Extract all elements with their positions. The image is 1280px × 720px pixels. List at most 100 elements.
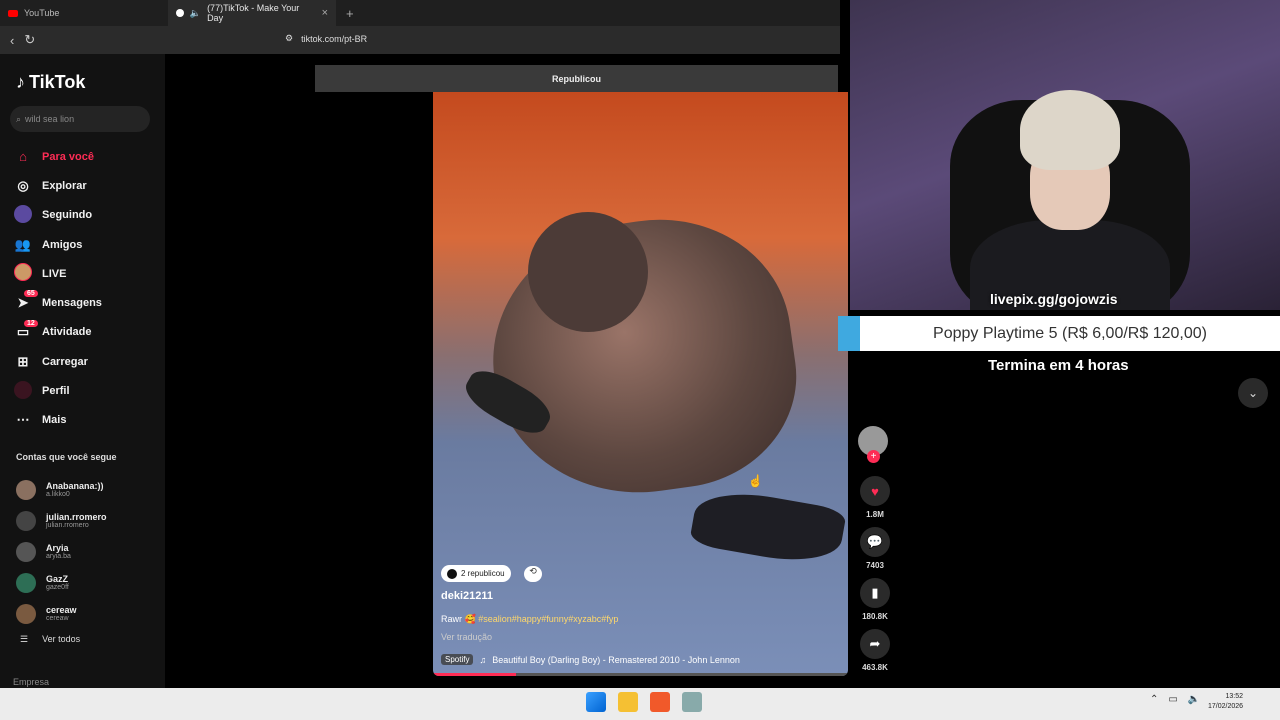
follow-plus-icon[interactable]: + (867, 450, 880, 463)
music-title: Beautiful Boy (Darling Boy) - Remastered… (492, 654, 740, 665)
brave-browser-icon[interactable] (650, 692, 670, 712)
music-info[interactable]: Spotify ♫ Beautiful Boy (Darling Boy) - … (441, 654, 740, 665)
upload-icon: ⊞ (17, 353, 29, 369)
chevron-up-icon[interactable]: ⌃ (1150, 694, 1158, 705)
app-icon[interactable] (682, 692, 702, 712)
poll-accent (838, 316, 860, 351)
speaker-icon: 🔈 (189, 7, 202, 18)
like-action[interactable]: ♥ 1.8M (858, 476, 892, 519)
tab-youtube[interactable]: YouTube (0, 0, 168, 26)
caption-hashtags[interactable]: #sealion#happy#funny#xyzabc#fyp (478, 614, 618, 624)
sidebar-item-mais[interactable]: ⋯ Mais (14, 406, 102, 435)
tab-tiktok[interactable]: 🔈 (77)TikTok - Make Your Day × (168, 0, 336, 26)
windows-start-icon[interactable] (586, 692, 606, 712)
back-icon[interactable]: ‹ (10, 33, 14, 48)
share-icon[interactable]: ➦ (860, 629, 890, 659)
sidebar-item-live[interactable]: LIVE (14, 259, 102, 288)
sidebar-nav: ⌂ Para você ◎ Explorar Seguindo 👥 Amigos… (14, 142, 102, 435)
taskbar-apps (586, 692, 702, 712)
avatar (447, 568, 457, 579)
sidebar-item-amigos[interactable]: 👥 Amigos (14, 230, 102, 259)
see-all-label: Ver todos (42, 634, 81, 644)
bookmark-icon[interactable]: ▮ (860, 578, 890, 608)
share-action[interactable]: ➦ 463.8K (858, 629, 892, 672)
account-handle: a.likko0 (46, 491, 70, 498)
sidebar-item-perfil[interactable]: Perfil (14, 376, 102, 405)
sidebar-item-seguindo[interactable]: Seguindo (14, 201, 102, 230)
following-account[interactable]: Aryia aryia.ba (16, 536, 107, 567)
nav-label: Seguindo (42, 209, 93, 222)
logo-text: TikTok (29, 72, 86, 92)
file-explorer-icon[interactable] (618, 692, 638, 712)
taskbar-clock[interactable]: 13:52 17/02/2026 (1208, 692, 1243, 712)
tab-label: YouTube (24, 8, 60, 18)
repost-count: 2 republicou (461, 569, 505, 578)
sidebar-item-mensagens[interactable]: ➤ 65 Mensagens (14, 288, 102, 317)
sidebar-item-carregar[interactable]: ⊞ Carregar (14, 347, 102, 376)
youtube-icon (8, 9, 18, 17)
account-handle: cereaw (46, 615, 69, 622)
profile-icon (14, 380, 32, 402)
system-tray: ⌃ ▭ 🔈 (1150, 694, 1200, 705)
network-icon[interactable]: ▭ (1168, 694, 1177, 705)
account-name: julian.rromero (46, 512, 107, 522)
nav-label: Para você (42, 150, 94, 163)
following-account[interactable]: GazZ gaze0ff (16, 567, 107, 598)
account-name: Anabanana:)) (46, 481, 104, 491)
avatar (16, 541, 36, 562)
nav-label: Carregar (42, 355, 88, 368)
activity-icon: ▭ (16, 324, 30, 340)
search-input[interactable]: ⌕ wild sea lion (10, 106, 150, 132)
sidebar-item-para-voce[interactable]: ⌂ Para você (14, 142, 102, 171)
see-translation-link[interactable]: Ver tradução (441, 632, 492, 642)
video-progress-bar[interactable] (433, 673, 848, 676)
next-video-button[interactable]: ⌄ (1238, 378, 1268, 408)
webcam-overlay (850, 0, 1280, 310)
volume-icon[interactable]: 🔈 (1188, 694, 1200, 705)
livepix-link: livepix.gg/gojowzis (990, 291, 1118, 307)
repost-pill[interactable]: 2 republicou (441, 565, 511, 582)
reload-icon[interactable]: ↻ (24, 32, 35, 48)
video-player[interactable] (433, 92, 848, 676)
comment-action[interactable]: 💬 7403 (858, 527, 892, 570)
sidebar-item-explorar[interactable]: ◎ Explorar (14, 171, 102, 200)
search-placeholder: wild sea lion (25, 114, 75, 124)
hand-cursor-icon: ☝ (748, 474, 763, 488)
streamer-hair (1020, 90, 1120, 170)
creator-avatar[interactable]: + (858, 426, 888, 463)
save-action[interactable]: ▮ 180.8K (858, 578, 892, 621)
poll-text: Poppy Playtime 5 (R$ 6,00/R$ 120,00) (933, 324, 1207, 342)
messages-badge: 65 (24, 290, 38, 298)
windows-taskbar: ⌃ ▭ 🔈 13:52 17/02/2026 (0, 688, 1280, 720)
close-tab-icon[interactable]: × (322, 7, 328, 19)
following-account[interactable]: julian.rromero julian.rromero (16, 505, 107, 536)
tiktok-logo[interactable]: ♪ TikTok (16, 72, 85, 93)
account-handle: gaze0ff (46, 584, 69, 591)
avatar (16, 603, 36, 624)
company-link[interactable]: Empresa (13, 677, 49, 687)
spotify-badge[interactable]: Spotify (441, 654, 474, 665)
activity-badge: 12 (24, 319, 38, 327)
avatar (16, 510, 36, 531)
video-author[interactable]: deki21211 (441, 590, 493, 602)
caption-text: Rawr 🥰 (441, 614, 479, 624)
site-info-icon[interactable]: ⚙ (285, 33, 293, 44)
see-all-link[interactable]: ☰ Ver todos (20, 634, 80, 645)
url-text: tiktok.com/pt-BR (301, 33, 368, 44)
heart-icon[interactable]: ♥ (860, 476, 890, 506)
comment-icon[interactable]: 💬 (860, 527, 890, 557)
friends-icon: 👥 (14, 236, 32, 252)
account-name: Aryia (46, 543, 69, 553)
comment-count: 7403 (866, 561, 884, 570)
new-tab-button[interactable]: + (346, 6, 354, 21)
account-name: GazZ (46, 574, 69, 584)
save-count: 180.8K (862, 612, 888, 621)
sidebar-item-atividade[interactable]: ▭ 12 Atividade (14, 318, 102, 347)
account-handle: julian.rromero (46, 522, 89, 529)
following-account[interactable]: cereaw cereaw (16, 598, 107, 629)
repost-icon[interactable]: ⟲ (524, 566, 542, 582)
following-account[interactable]: Anabanana:)) a.likko0 (16, 474, 107, 505)
url-field[interactable]: ⚙ tiktok.com/pt-BR (285, 33, 367, 44)
nav-label: Mais (42, 414, 67, 427)
nav-label: Perfil (42, 385, 70, 398)
